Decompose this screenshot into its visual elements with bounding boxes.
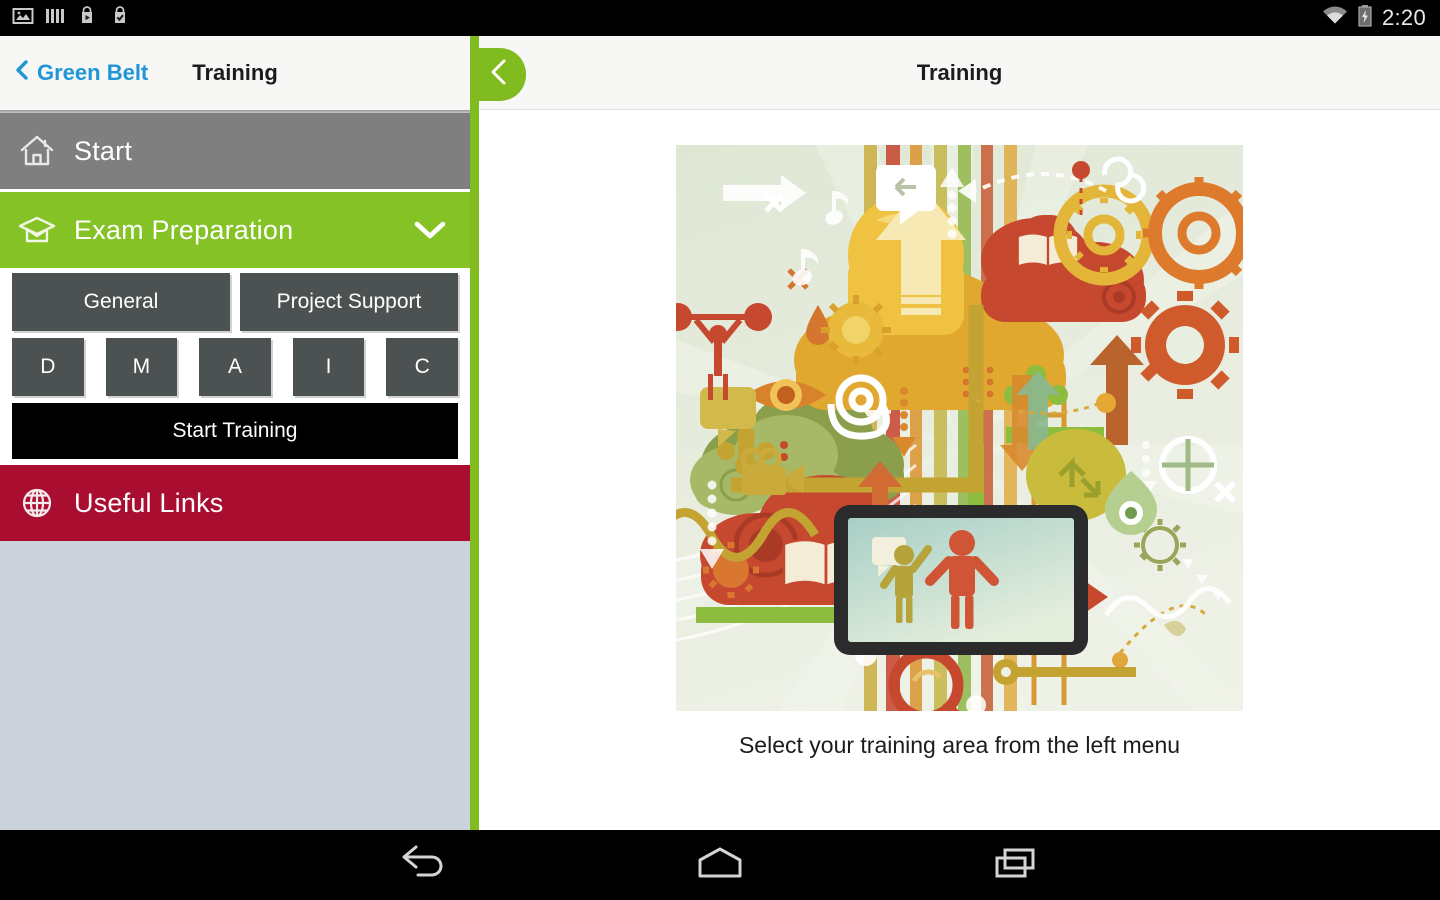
photo-notification-icon (12, 5, 34, 32)
collapse-sidebar-tab[interactable] (472, 48, 526, 101)
sidebar-item-useful-links[interactable]: Useful Links (0, 465, 470, 541)
back-button[interactable] (379, 835, 469, 895)
status-clock: 2:20 (1381, 5, 1426, 30)
sidebar-item-exam-preparation[interactable]: Exam Preparation (0, 192, 470, 268)
sidebar-item-start-label: Start (74, 135, 133, 166)
back-arrow-icon (398, 844, 450, 887)
sidebar-item-exam-preparation-label: Exam Preparation (74, 214, 294, 245)
status-system-icons: 2:20 (1322, 4, 1440, 33)
screen-root: 2:20 Green Belt Training Start Exam Prep… (0, 0, 1440, 900)
chevron-down-icon[interactable] (412, 218, 470, 242)
content-caption: Select your training area from the left … (738, 732, 1181, 758)
left-sidebar-panel: Green Belt Training Start Exam Preparati… (0, 36, 470, 830)
phase-button-c[interactable]: C (386, 338, 458, 396)
home-pentagon-icon (692, 844, 748, 887)
play-store-notification-icon (76, 5, 98, 32)
recent-apps-icon (991, 844, 1041, 887)
category-button-row: General Project Support (12, 273, 458, 331)
phase-button-i[interactable]: I (292, 338, 365, 396)
exam-preparation-submenu: General Project Support D M A I C Start … (0, 268, 470, 465)
right-content-panel: Training Select your training area from … (479, 36, 1440, 830)
globe-icon (0, 482, 74, 524)
play-store-check-notification-icon (109, 5, 131, 32)
training-concept-illustration (676, 145, 1243, 716)
status-notifications (0, 5, 131, 32)
sidebar-item-start[interactable]: Start (0, 113, 470, 189)
bars-notification-icon (45, 5, 65, 32)
back-link-label: Green Belt (37, 60, 149, 85)
android-navigation-bar (0, 830, 1440, 900)
wifi-icon (1322, 5, 1348, 32)
battery-charging-icon (1357, 4, 1373, 33)
home-icon (0, 130, 74, 172)
back-chevron-icon (486, 56, 512, 93)
sidebar-item-useful-links-label: Useful Links (74, 487, 224, 518)
content-header: Training (479, 36, 1440, 110)
graduation-cap-icon (0, 209, 74, 251)
back-chevron-icon (14, 59, 30, 87)
sidebar-header: Green Belt Training (0, 36, 470, 110)
project-support-button[interactable]: Project Support (240, 273, 458, 331)
page-title: Training (916, 59, 1003, 85)
dmaic-button-row: D M A I C (12, 338, 458, 396)
android-status-bar: 2:20 (0, 0, 1440, 36)
panel-divider (470, 36, 479, 830)
home-button[interactable] (675, 835, 765, 895)
phase-button-a[interactable]: A (199, 338, 271, 396)
phase-button-m[interactable]: M (105, 338, 178, 396)
start-training-button[interactable]: Start Training (12, 403, 458, 459)
general-button[interactable]: General (12, 273, 230, 331)
recents-button[interactable] (971, 835, 1061, 895)
phase-button-d[interactable]: D (12, 338, 84, 396)
back-to-green-belt-button[interactable]: Green Belt (0, 59, 148, 87)
content-body: Select your training area from the left … (479, 111, 1440, 830)
